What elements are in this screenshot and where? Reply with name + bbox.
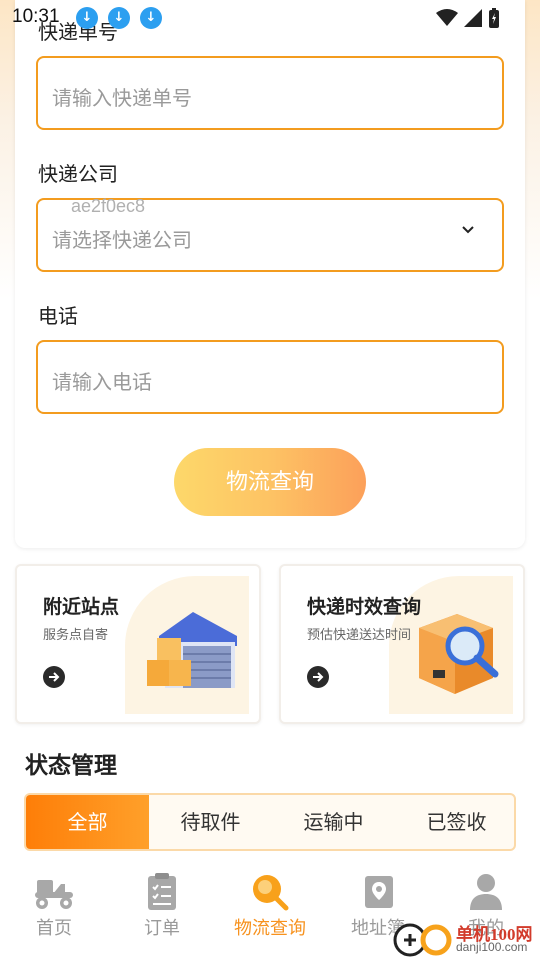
- warehouse-icon: [147, 612, 237, 688]
- logo-icon: [393, 923, 452, 957]
- download-icon: ↓: [76, 7, 98, 29]
- chevron-down-icon: [462, 226, 474, 234]
- status-tabs: 全部 待取件 运输中 已签收: [24, 793, 516, 851]
- nav-item-home[interactable]: 首页: [0, 862, 108, 960]
- logistics-query-button[interactable]: 物流查询: [174, 448, 366, 516]
- delivery-time-query-card[interactable]: 快递时效查询 预估快递送达时间: [279, 564, 525, 724]
- tracking-number-input[interactable]: 请输入快递单号: [36, 56, 504, 130]
- tab-pending-pickup[interactable]: 待取件: [149, 795, 272, 849]
- user-icon: [470, 874, 502, 910]
- scooter-icon: [35, 880, 73, 909]
- tracking-number-placeholder: 请输入快递单号: [52, 88, 192, 110]
- arrow-right-icon[interactable]: [307, 666, 329, 688]
- nav-item-logistics[interactable]: 物流查询: [216, 862, 324, 960]
- package-search-icon: [419, 614, 499, 694]
- query-form-card: 快递单号 请输入快递单号 快递公司 请选择快递公司 ae2f0ec8 电话 请输…: [15, 0, 525, 548]
- search-icon: [253, 875, 289, 911]
- map-pin-icon: [365, 876, 393, 908]
- tab-signed[interactable]: 已签收: [395, 795, 514, 849]
- status-time: 10:31: [12, 6, 60, 27]
- logo-text-en: danji100.com: [456, 940, 528, 954]
- status-bar: 10:31 ↓ ↓ ↓: [0, 0, 540, 36]
- nearby-stations-subtitle: 服务点自寄: [43, 628, 109, 643]
- nearby-stations-title: 附近站点: [43, 596, 120, 618]
- tab-all[interactable]: 全部: [26, 795, 149, 849]
- tab-in-transit[interactable]: 运输中: [272, 795, 395, 849]
- phone-placeholder: 请输入电话: [52, 372, 152, 394]
- courier-company-label: 快递公司: [38, 164, 118, 186]
- phone-label: 电话: [38, 306, 78, 328]
- clipboard-icon: [148, 873, 176, 910]
- arrow-right-icon[interactable]: [43, 666, 65, 688]
- download-icon: ↓: [140, 7, 162, 29]
- nearby-stations-card[interactable]: 附近站点 服务点自寄: [15, 564, 261, 724]
- watermark-text: ae2f0ec8: [71, 196, 146, 216]
- status-management-title: 状态管理: [25, 753, 117, 779]
- delivery-time-title: 快递时效查询: [307, 596, 422, 618]
- battery-icon: [489, 8, 499, 28]
- nav-item-orders[interactable]: 订单: [108, 862, 216, 960]
- site-watermark-logo: 单机100网 danji100.com: [392, 918, 540, 960]
- download-icon: ↓: [108, 7, 130, 29]
- nav-label-home: 首页: [36, 918, 72, 938]
- signal-icon: [464, 9, 482, 27]
- delivery-time-subtitle: 预估快递送达时间: [307, 628, 412, 643]
- wifi-icon: [436, 9, 458, 26]
- nav-label-orders: 订单: [144, 918, 180, 938]
- courier-company-placeholder: 请选择快递公司: [52, 230, 192, 252]
- phone-input[interactable]: 请输入电话: [36, 340, 504, 414]
- nav-label-logistics: 物流查询: [234, 918, 306, 938]
